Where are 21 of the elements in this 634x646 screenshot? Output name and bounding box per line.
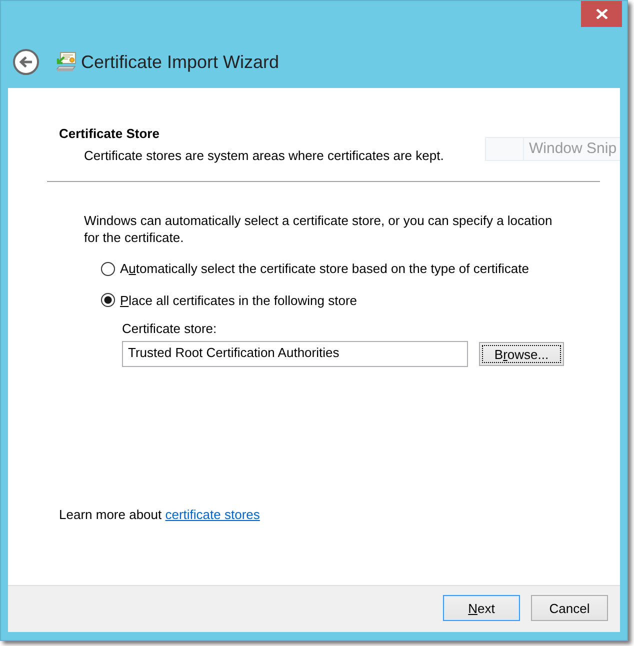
learn-more-text: Learn more about certificate stores [59,506,260,523]
radio-option[interactable]: Automatically select the certificate store based on the type of certificate [101,260,529,277]
close-icon [596,9,608,19]
page-title: Certificate Store [59,125,160,142]
radio-option[interactable]: Place all certificates in the following store [101,292,358,308]
next-button[interactable]: Next [443,595,520,621]
store-field[interactable]: Trusted Root Certification Authorities [122,341,468,367]
close-button[interactable] [581,1,622,27]
back-arrow-icon [19,56,33,68]
snip-label: Window Snip [485,137,620,161]
radio-button[interactable] [101,262,115,276]
certificate-icon [55,52,76,72]
back-button[interactable] [13,49,39,75]
browse-button[interactable]: Browse... [479,342,564,366]
learn-more-link[interactable]: certificate stores [165,507,260,522]
window-title: Certificate Import Wizard [81,52,280,72]
radio-button[interactable] [101,293,115,307]
page-subtitle: Certificate stores are system areas where certificates are kept. [84,147,444,164]
field-label: Certificate store: [122,320,217,337]
intro-text: Windows can automatically select a certificate store, or you can specify a location for the certificate. [84,212,554,246]
cancel-button[interactable]: Cancel [531,595,608,621]
